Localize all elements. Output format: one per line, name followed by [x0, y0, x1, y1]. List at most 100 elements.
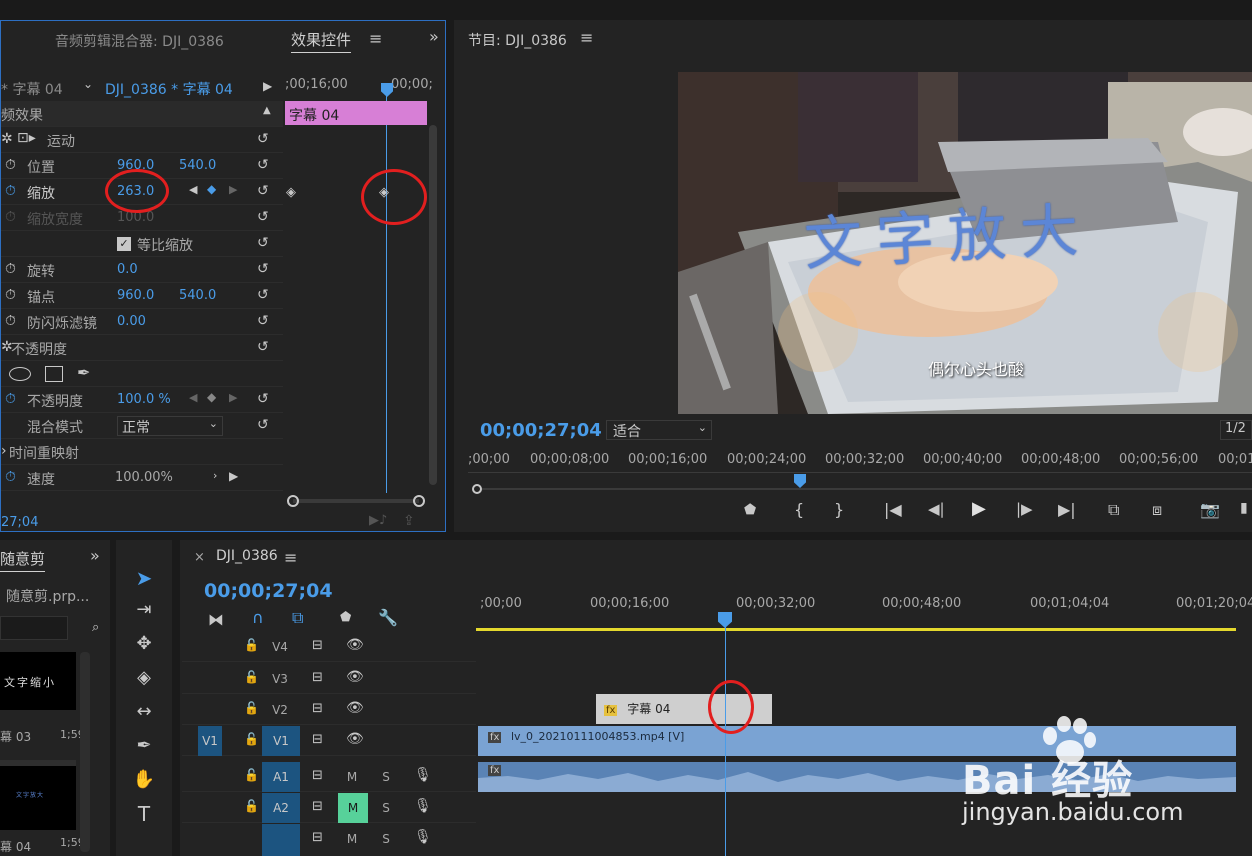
fit-select[interactable]: 适合 ⌄ [606, 420, 712, 440]
add-marker-icon[interactable]: ⬟ [340, 610, 351, 625]
solo-button[interactable]: S [374, 797, 398, 819]
track-label[interactable]: V3 [268, 668, 292, 690]
project-tab[interactable]: 随意剪 [0, 548, 46, 572]
reset-icon[interactable]: ↺ [257, 261, 269, 277]
play-triangle-icon[interactable]: ▶ [229, 469, 238, 483]
sync-lock-icon[interactable]: ⊟ [312, 638, 323, 653]
eye-icon[interactable]: 👁 [346, 700, 364, 716]
stopwatch-active-icon[interactable]: ⏱ [5, 469, 16, 485]
row-speed[interactable]: ⏱ 速度 100.00% › ▶ [1, 465, 283, 491]
tab-audio-mixer[interactable]: 音频剪辑混合器: DJI_0386 [55, 31, 224, 51]
sync-lock-icon[interactable]: ⊟ [312, 701, 323, 716]
track-target-v1[interactable]: V1 [262, 726, 300, 756]
stopwatch-icon[interactable]: ⏱ [5, 313, 16, 329]
row-opacity-section[interactable]: ✲ 不透明度 ↺ [1, 335, 283, 361]
ripple-edit-icon[interactable]: ✥ [128, 630, 160, 658]
linked-selection-icon[interactable]: ⧉ [292, 608, 303, 628]
chevron-down-icon[interactable]: ⌄ [83, 77, 93, 91]
play-icon[interactable]: ▶ [972, 498, 986, 519]
mark-out-icon[interactable]: } [834, 500, 844, 519]
sync-lock-icon[interactable]: ⊟ [312, 768, 323, 783]
timeline-title[interactable]: DJI_0386 [216, 548, 278, 564]
mute-button-active[interactable]: M [338, 793, 368, 823]
track-label[interactable]: V2 [268, 699, 292, 721]
reset-icon[interactable]: ↺ [257, 313, 269, 329]
play-triangle-icon[interactable]: ▶ [263, 79, 272, 93]
scroll-handle[interactable] [472, 484, 482, 494]
type-tool-icon[interactable]: T [128, 800, 160, 828]
row-flicker[interactable]: ⏱ 防闪烁滤镜 0.00 ↺ [1, 309, 283, 335]
prev-keyframe-icon[interactable]: ◀ [189, 391, 197, 404]
sync-lock-icon[interactable]: ⊟ [312, 799, 323, 814]
row-anchor[interactable]: ⏱ 锚点 960.0 540.0 ↺ [1, 283, 283, 309]
lock-icon[interactable]: 🔓 [244, 701, 259, 715]
reset-icon[interactable]: ↺ [257, 235, 269, 251]
track-target-a2[interactable]: A2 [262, 793, 300, 823]
insert-nest-icon[interactable]: ⧓ [208, 610, 224, 629]
row-rotation[interactable]: ⏱ 旋转 0.0 ↺ [1, 257, 283, 283]
flicker-value[interactable]: 0.00 [117, 314, 146, 329]
eye-icon[interactable]: 👁 [346, 637, 364, 653]
lock-icon[interactable]: 🔓 [244, 799, 259, 813]
anchor-x-value[interactable]: 960.0 [117, 288, 154, 303]
microphone-icon[interactable]: 🎙 [414, 767, 432, 783]
step-back-icon[interactable]: ◀| [928, 500, 945, 518]
row-opacity[interactable]: ⏱ 不透明度 100.0 % ◀ ◆ ▶ ↺ [1, 387, 283, 413]
sync-lock-icon[interactable]: ⊟ [312, 830, 323, 845]
eye-icon[interactable]: 👁 [346, 669, 364, 685]
prev-keyframe-icon[interactable]: ◀ [189, 183, 197, 196]
ellipse-mask-icon[interactable] [9, 367, 31, 381]
razor-tool-icon[interactable]: ◈ [128, 664, 160, 692]
project-thumb-2[interactable]: 文字放大 [0, 760, 76, 830]
double-chevron-icon[interactable]: » [90, 546, 100, 565]
tab-effect-controls[interactable]: 效果控件 [291, 29, 352, 53]
zoom-slider-track[interactable] [293, 499, 419, 503]
reset-icon[interactable]: ↺ [257, 339, 269, 355]
hamburger-icon[interactable]: ≡ [580, 28, 593, 47]
close-icon[interactable]: × [194, 550, 205, 565]
eye-icon[interactable]: 👁 [346, 731, 364, 747]
track-v4[interactable]: 🔓 V4 ⊟ 👁 [182, 632, 476, 662]
vertical-scrollbar[interactable] [429, 125, 437, 485]
track-a3[interactable]: ⊟ M S 🎙 [182, 824, 476, 856]
timeline-ruler[interactable]: ;00;00 00;00;16;00 00;00;32;00 00;00;48;… [476, 592, 1252, 632]
video-frame[interactable]: 文字放大 偶尔心头也酸 [678, 72, 1252, 414]
track-v2[interactable]: 🔓 V2 ⊟ 👁 [182, 695, 476, 725]
pen-mask-icon[interactable]: ✒ [77, 363, 90, 382]
timeline-timecode[interactable]: 00;00;27;04 [204, 580, 333, 602]
microphone-icon[interactable]: 🎙 [414, 829, 432, 845]
lock-icon[interactable]: 🔓 [244, 732, 259, 746]
next-keyframe-icon[interactable]: ▶ [229, 391, 237, 404]
row-blend-mode[interactable]: 混合模式 正常 ⌄ ↺ [1, 413, 283, 439]
row-motion[interactable]: ✲ ⊡▸ 运动 ↺ [1, 127, 283, 153]
solo-button[interactable]: S [374, 766, 398, 788]
mark-in-icon[interactable]: { [794, 500, 804, 519]
playhead-marker[interactable] [794, 474, 806, 488]
search-input[interactable] [0, 616, 68, 640]
sync-lock-icon[interactable]: ⊟ [312, 732, 323, 747]
reset-icon[interactable]: ↺ [257, 417, 269, 433]
lock-icon[interactable]: 🔓 [244, 670, 259, 684]
add-marker-icon[interactable]: ⬟ [744, 502, 756, 518]
track-v1[interactable]: V1 🔓 V1 ⊟ 👁 [182, 726, 476, 756]
transform-icon[interactable]: ⊡▸ [17, 130, 36, 146]
lift-icon[interactable]: ⧉ [1108, 500, 1119, 520]
add-keyframe-icon[interactable]: ◆ [207, 390, 216, 404]
anchor-y-value[interactable]: 540.0 [179, 288, 216, 303]
track-select-icon[interactable]: ⇥ [128, 596, 160, 624]
render-audio-icon[interactable]: ▶♪ [369, 513, 387, 528]
scroll-track[interactable] [482, 488, 1252, 490]
resolution-select[interactable]: 1/2 [1220, 420, 1252, 440]
chevron-right-icon[interactable]: › [213, 469, 217, 482]
reset-icon[interactable]: ↺ [257, 157, 269, 173]
row-uniform-scale[interactable]: ✓ 等比缩放 ↺ [1, 231, 283, 257]
reset-icon[interactable]: ↺ [257, 287, 269, 303]
zoom-handle-left[interactable] [287, 495, 299, 507]
source-patch-v1[interactable]: V1 [198, 726, 222, 756]
track-a2[interactable]: 🔓 A2 ⊟ M S 🎙 [182, 793, 476, 823]
reset-icon[interactable]: ↺ [257, 209, 269, 225]
stopwatch-icon[interactable]: ⏱ [5, 157, 16, 173]
track-v3[interactable]: 🔓 V3 ⊟ 👁 [182, 664, 476, 694]
stopwatch-active-icon[interactable]: ⏱ [5, 391, 16, 407]
vertical-scrollbar[interactable] [80, 652, 90, 852]
